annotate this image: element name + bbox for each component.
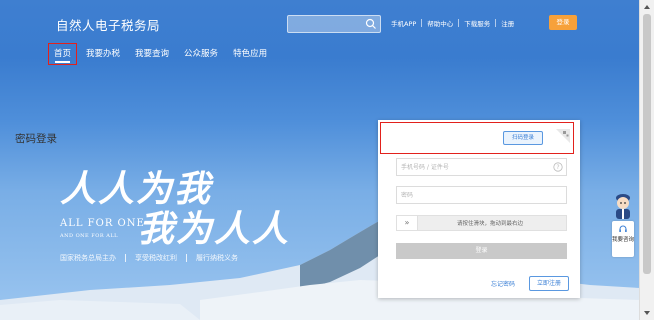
- page: 自然人电子税务局 手机APP 帮助中心 下载服务 注册 登录 首页 我要办税 我…: [0, 0, 654, 320]
- link-download-service[interactable]: 下载服务: [459, 18, 495, 28]
- scroll-down-arrow-icon[interactable]: [644, 311, 650, 315]
- nav-item-tax-handling[interactable]: 我要办税: [80, 43, 126, 65]
- hero-slogan-line2: 我为人人: [138, 208, 291, 250]
- password-input[interactable]: 密码: [396, 186, 567, 204]
- tagline-item: 履行纳税义务: [196, 254, 238, 262]
- account-input[interactable]: 手机号码 / 证件号 ?: [396, 158, 567, 176]
- top-links: 手机APP 帮助中心 下载服务 注册: [386, 18, 519, 28]
- forgot-password-link[interactable]: 忘记密码: [491, 279, 515, 288]
- link-mobile-app[interactable]: 手机APP: [386, 18, 421, 28]
- link-help-center[interactable]: 帮助中心: [422, 18, 458, 28]
- login-panel-title[interactable]: 密码登录: [15, 131, 57, 146]
- scroll-up-arrow-icon[interactable]: [644, 5, 650, 9]
- tagline-item: 国家税务总局主办: [60, 254, 116, 262]
- svg-text:?: ?: [556, 164, 559, 171]
- hero-english-main: ALL FOR ONE: [60, 218, 145, 229]
- tax-officer-mascot-icon[interactable]: [612, 190, 634, 220]
- consult-service-button[interactable]: 我要咨询: [612, 221, 634, 257]
- register-button[interactable]: 立即注册: [529, 276, 569, 291]
- password-placeholder: 密码: [401, 192, 414, 199]
- header-login-button[interactable]: 登录: [549, 15, 577, 30]
- captcha-slider[interactable]: » 请按住滑块，拖动到最右边: [396, 215, 567, 231]
- link-register[interactable]: 注册: [496, 18, 519, 28]
- nav-item-public-service[interactable]: 公众服务: [178, 43, 224, 65]
- qr-code-icon[interactable]: [556, 129, 570, 143]
- search-icon[interactable]: [365, 18, 377, 30]
- page-scrollbar[interactable]: [639, 0, 654, 320]
- hero-english-sub: AND ONE FOR ALL: [60, 233, 118, 239]
- divider: [125, 254, 126, 262]
- login-panel-header-highlight: [380, 122, 574, 154]
- slider-handle[interactable]: »: [397, 216, 418, 230]
- header: 自然人电子税务局 手机APP 帮助中心 下载服务 注册 登录 首页 我要办税 我…: [0, 0, 640, 70]
- consult-label: 我要咨询: [612, 237, 635, 243]
- login-panel: [378, 120, 580, 298]
- tagline-item: 享受税改红利: [135, 254, 177, 262]
- nav-item-home[interactable]: 首页: [48, 43, 78, 65]
- hero-tagline: 国家税务总局主办 享受税改红利 履行纳税义务: [60, 253, 238, 263]
- account-placeholder: 手机号码 / 证件号: [401, 164, 449, 171]
- nav-item-special-apps[interactable]: 特色应用: [227, 43, 273, 65]
- slider-hint: 请按住滑块，拖动到最右边: [457, 221, 524, 227]
- search-input[interactable]: [287, 15, 381, 33]
- nav-item-query[interactable]: 我要查询: [129, 43, 175, 65]
- help-icon[interactable]: ?: [553, 162, 563, 172]
- divider: [186, 254, 187, 262]
- site-logo-title[interactable]: 自然人电子税务局: [56, 15, 160, 34]
- login-submit-button[interactable]: 登录: [396, 243, 567, 259]
- headset-icon: [619, 225, 627, 232]
- qr-login-button[interactable]: 扫码登录: [503, 131, 543, 145]
- scrollbar-thumb[interactable]: [643, 14, 651, 274]
- main-nav: 首页 我要办税 我要查询 公众服务 特色应用: [48, 43, 276, 65]
